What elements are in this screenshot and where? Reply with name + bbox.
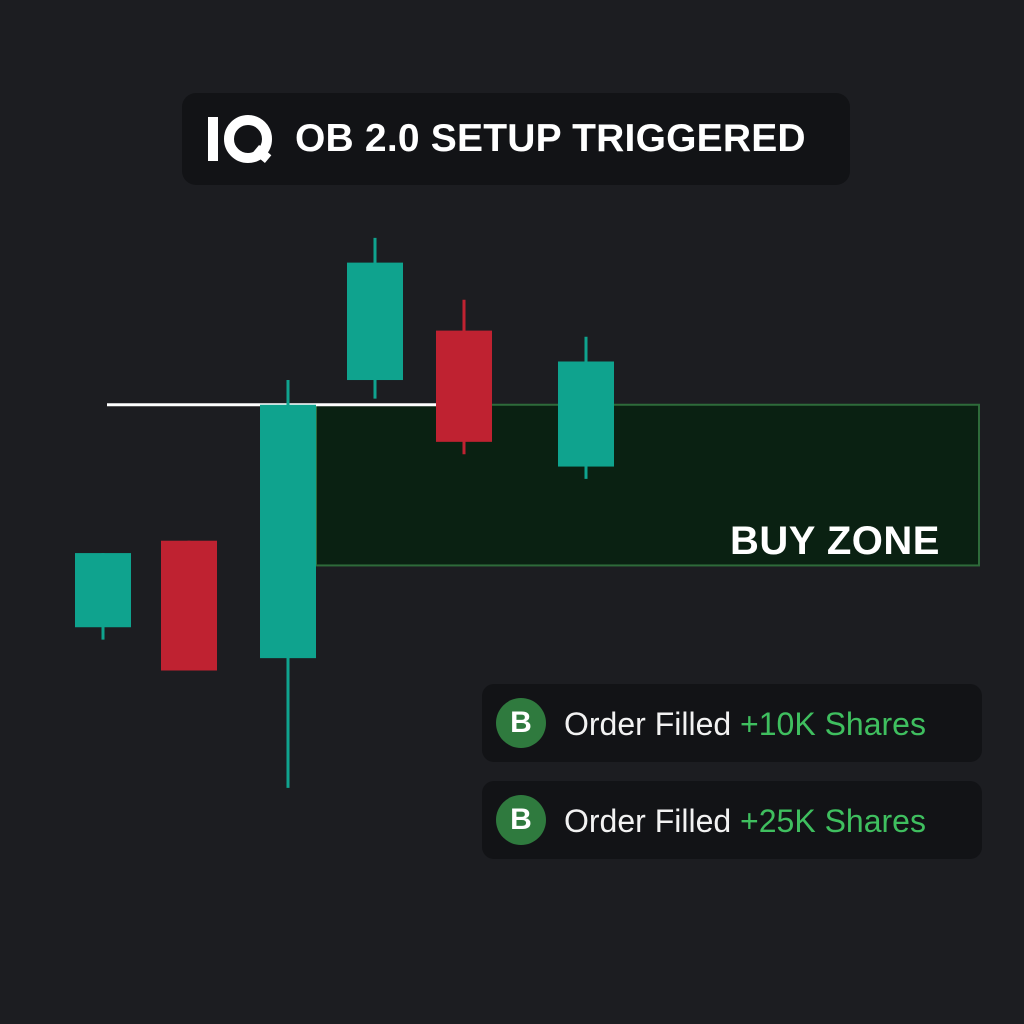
toast-message: Order Filled +25K Shares [564,781,926,859]
logo-text: IQ [204,107,205,108]
candle-body [347,262,403,381]
candle-body [436,330,492,442]
order-filled-toast: B Order Filled +25K Shares [482,781,982,859]
candle-body [75,553,131,628]
chart-stage: BUY ZONE IQ OB 2.0 SETUP TRIGGERED B Ord… [0,0,1024,1024]
toast-label: Order Filled [564,803,732,839]
iq-logo-icon: IQ [204,107,272,163]
banner-title: OB 2.0 SETUP TRIGGERED [295,117,806,160]
buy-zone-label: BUY ZONE [730,519,940,563]
toast-label: Order Filled [564,706,732,742]
buy-badge-icon: B [496,795,546,845]
order-filled-toast: B Order Filled +10K Shares [482,684,982,762]
buy-badge-icon: B [496,698,546,748]
candle-body [161,540,217,671]
toast-message: Order Filled +10K Shares [564,684,926,762]
candle-body [558,361,614,467]
toast-quantity: +25K Shares [740,803,926,839]
candle-body [260,404,316,659]
toast-quantity: +10K Shares [740,706,926,742]
setup-banner: IQ OB 2.0 SETUP TRIGGERED [182,93,850,185]
